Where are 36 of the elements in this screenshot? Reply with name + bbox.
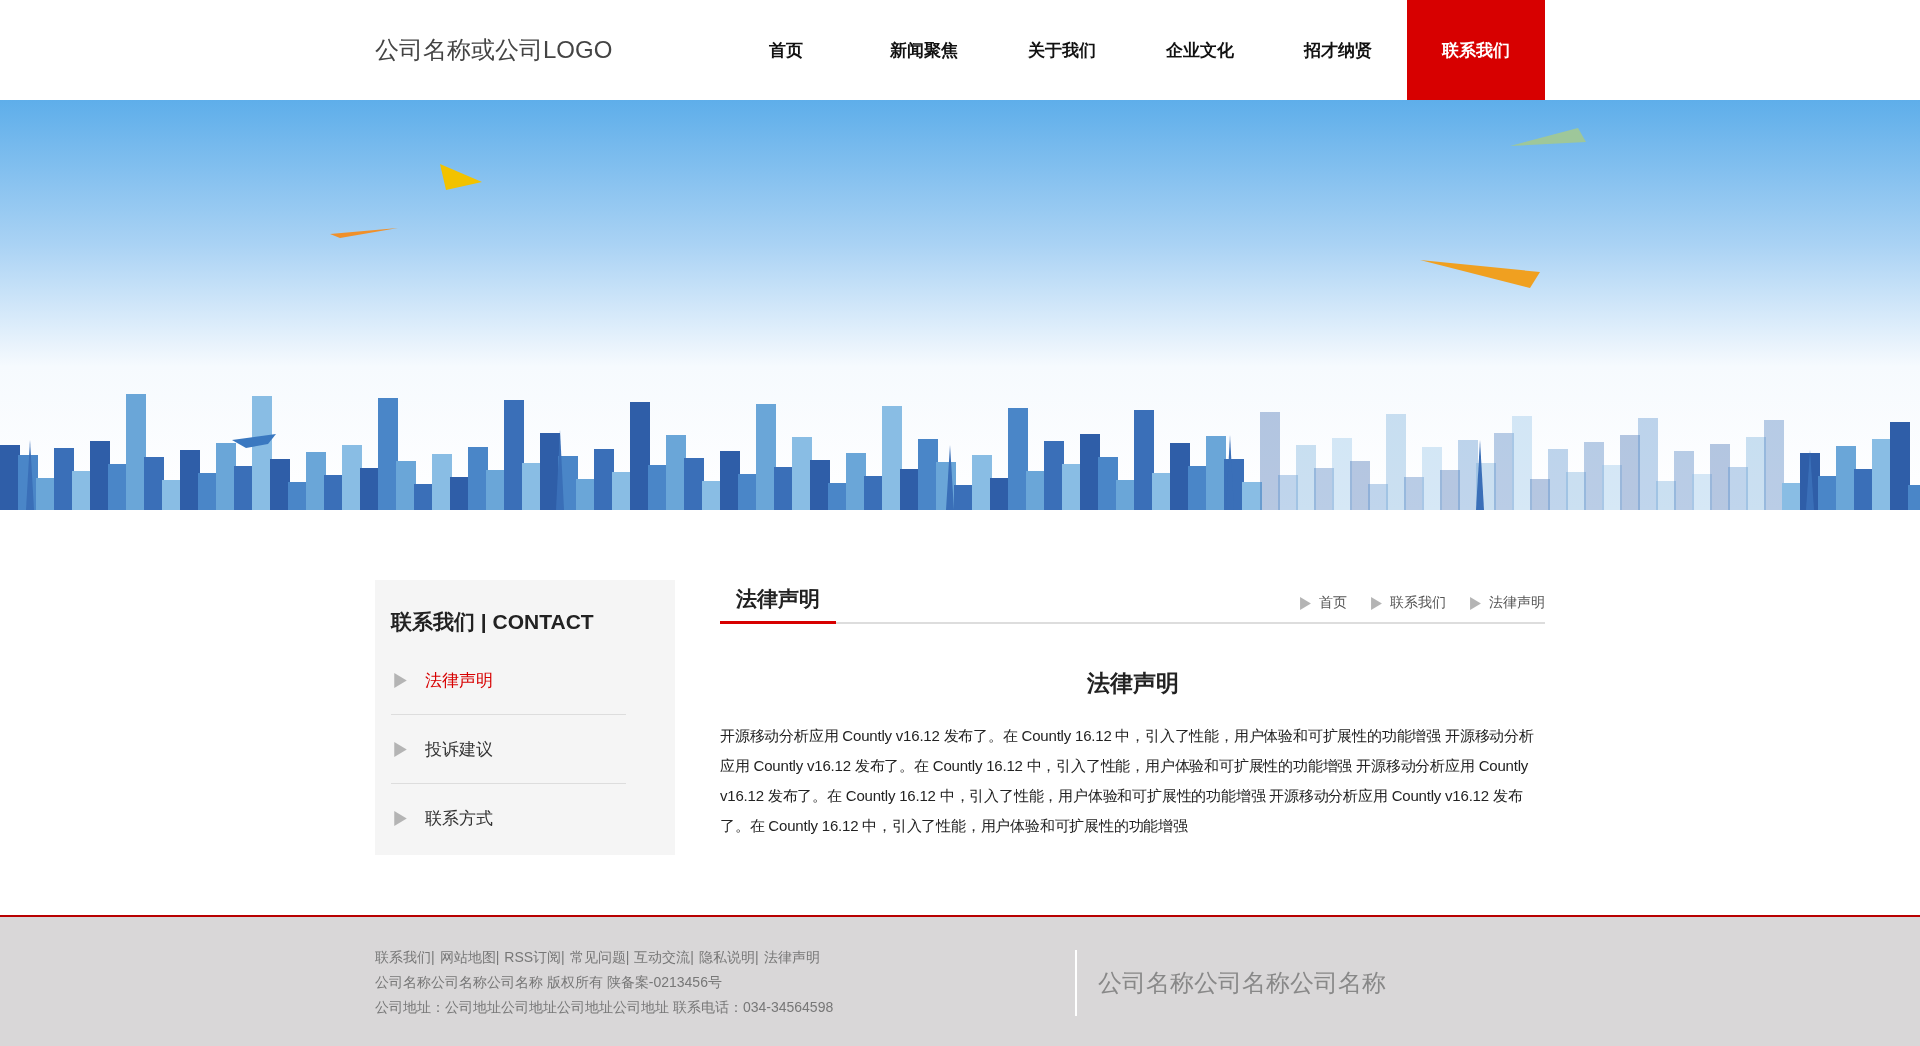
separator-text: |: [495, 948, 500, 967]
nav-link[interactable]: 首页: [717, 0, 855, 100]
sidebar-link[interactable]: 投诉建议: [425, 737, 493, 761]
paper-plane-icon: [1420, 260, 1540, 288]
nav-link[interactable]: 企业文化: [1131, 0, 1269, 100]
nav-link[interactable]: 招才纳贤: [1269, 0, 1407, 100]
separator-text: |: [625, 948, 630, 967]
copyright-text: 公司名称公司名称公司名称 版权所有 陕备案-0213456号: [375, 973, 723, 992]
triangle-icon: [1470, 596, 1481, 610]
breadcrumb-link[interactable]: 联系我们: [1390, 594, 1446, 612]
nav-link[interactable]: 新闻聚焦: [855, 0, 993, 100]
triangle-icon: [394, 672, 407, 688]
paper-plane-icon: [1510, 128, 1586, 146]
article-title: 法律声明: [1085, 668, 1180, 698]
separator-text: |: [755, 948, 759, 967]
sidebar-link[interactable]: 法律声明: [425, 668, 493, 692]
sidebar-title: 联系我们 | CONTACT: [391, 609, 595, 635]
triangle-icon: [1300, 596, 1311, 610]
article-text: 开源移动分析应用 Countly v16.12 发布了。在 Countly 16.12 中，引入了性能，用户体验和可扩展性的功能增强 开源移动分析应用 Countly v16.12 发布了。在 Countly 16.12 中，引入了性能，用户体验和可扩展性的功能增强 开源移动分析应用 Countly v16.12 发布了。在 Countly 16.12 中，引入了性能，用户体验和可扩展性的功能增强 开源移动分析应用 Countly v16.12 发布了。在 Countly 16.12 中，引入了性能，用户体验和可扩展性的功能增强: [720, 726, 1535, 836]
breadcrumb-link[interactable]: 法律声明: [1489, 594, 1545, 612]
separator-text: |: [690, 948, 694, 967]
paper-plane-icon: [440, 164, 482, 190]
sidebar-link[interactable]: 联系方式: [425, 807, 493, 830]
separator-text: |: [431, 948, 435, 967]
address-text: 公司地址：公司地址公司地址公司地址公司地址 联系电话：034-34564598: [375, 998, 835, 1017]
breadcrumb-link[interactable]: 首页: [1319, 594, 1347, 612]
nav-link[interactable]: 联系我们: [1407, 0, 1545, 100]
triangle-icon: [394, 741, 407, 757]
triangle-icon: [394, 811, 407, 826]
triangle-icon: [1371, 596, 1382, 610]
separator-text: |: [561, 948, 565, 967]
company-name: 公司名称公司名称公司名称: [1098, 967, 1386, 998]
section-tab[interactable]: 法律声明: [720, 585, 836, 624]
logo-text[interactable]: 公司名称或公司LOGO: [375, 34, 613, 66]
paper-plane-icon: [330, 228, 398, 238]
nav-link[interactable]: 关于我们: [993, 0, 1131, 100]
